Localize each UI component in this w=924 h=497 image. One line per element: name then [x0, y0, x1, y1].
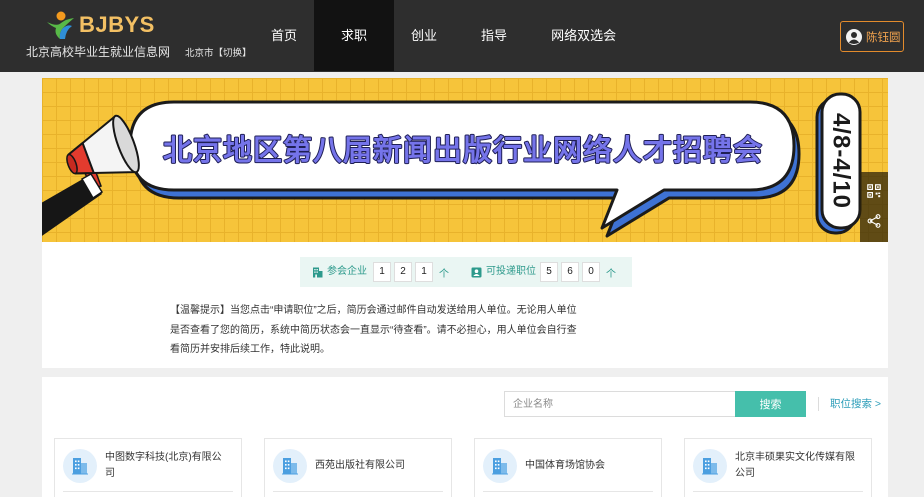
position-search-link[interactable]: 职位搜索 >	[830, 397, 881, 411]
nav-online-job-fair[interactable]: 网络双选会	[529, 0, 638, 71]
user-menu-button[interactable]: 陈钰圆	[840, 21, 904, 52]
job-fair-intro-card: 北京地区第八届新闻出版行业网络人才招聘会 4/8-4/10 参会企业 1 2 1…	[42, 78, 888, 368]
count-digit: 1	[373, 262, 391, 282]
nav-startup[interactable]: 创业	[389, 0, 459, 71]
count-digit: 0	[582, 262, 600, 282]
logo-text: BJBYS	[79, 12, 155, 37]
current-city: 北京市	[185, 48, 214, 59]
company-card[interactable]: 北京丰硕果实文化传媒有限公司	[684, 438, 872, 497]
avatar-icon	[846, 28, 862, 45]
banner-title: 北京地区第八届新闻出版行业网络人才招聘会	[163, 133, 763, 167]
main-nav: 首页 求职 创业 指导 网络双选会	[249, 0, 638, 71]
companies-count-label: 参会企业	[327, 266, 367, 277]
company-card[interactable]: 中图数字科技(北京)有限公司	[54, 438, 242, 497]
banner-date: 4/8-4/10	[828, 113, 855, 209]
company-name: 西苑出版社有限公司	[315, 460, 405, 471]
card-divider	[273, 491, 443, 492]
positions-count-label: 可投递职位	[486, 266, 536, 277]
logo-person-icon	[47, 11, 74, 39]
banner-side-tools	[860, 172, 888, 242]
company-name: 北京丰硕果实文化传媒有限公司	[735, 452, 855, 479]
megaphone-illustration	[42, 114, 140, 236]
card-divider	[63, 491, 233, 492]
building-icon	[273, 449, 307, 483]
city-selector: 北京市【切换】	[185, 47, 252, 60]
count-digit: 6	[561, 262, 579, 282]
job-fair-stats: 参会企业 1 2 1 个 可投递职位 5 6 0 个	[300, 257, 632, 287]
id-card-icon	[471, 267, 482, 278]
positions-count: 5 6 0	[540, 262, 600, 282]
companies-count-unit: 个	[439, 268, 449, 280]
company-name: 中国体育场馆协会	[525, 460, 605, 471]
card-divider	[483, 491, 653, 492]
building-icon	[63, 449, 97, 483]
search-button[interactable]: 搜索	[735, 391, 806, 417]
positions-count-unit: 个	[606, 268, 616, 280]
company-list-card: 搜索 职位搜索 > 中图数字科技(北京)有限公司 西苑出版社有限公司 中国体育场…	[42, 377, 888, 497]
company-search-input[interactable]	[504, 391, 735, 417]
speech-bubble	[128, 100, 801, 238]
nav-home[interactable]: 首页	[249, 0, 319, 71]
company-name: 中图数字科技(北京)有限公司	[105, 452, 222, 479]
site-logo[interactable]: BJBYS	[44, 10, 155, 40]
card-divider	[693, 491, 863, 492]
nav-job-search[interactable]: 求职	[314, 0, 395, 71]
count-digit: 5	[540, 262, 558, 282]
top-header: BJBYS 北京高校毕业生就业信息网 北京市【切换】 首页 求职 创业 指导 网…	[0, 0, 924, 72]
company-card[interactable]: 西苑出版社有限公司	[264, 438, 452, 497]
count-digit: 1	[415, 262, 433, 282]
companies-count: 1 2 1	[373, 262, 433, 282]
building-icon	[312, 267, 323, 278]
site-name: 北京高校毕业生就业信息网	[26, 45, 171, 59]
building-icon	[483, 449, 517, 483]
divider	[818, 397, 819, 411]
building-icon	[693, 449, 727, 483]
count-digit: 2	[394, 262, 412, 282]
nav-guidance[interactable]: 指导	[459, 0, 529, 71]
user-name: 陈钰圆	[866, 31, 901, 44]
share-icon[interactable]	[867, 214, 881, 228]
switch-city-link[interactable]: 【切换】	[214, 48, 252, 59]
banner-artwork: 北京地区第八届新闻出版行业网络人才招聘会 4/8-4/10	[42, 92, 862, 238]
job-fair-banner: 北京地区第八届新闻出版行业网络人才招聘会 4/8-4/10	[42, 78, 888, 242]
qr-code-icon[interactable]	[867, 184, 881, 198]
company-card[interactable]: 中国体育场馆协会	[474, 438, 662, 497]
date-badge: 4/8-4/10	[815, 92, 862, 235]
apply-notice: 【温馨提示】当您点击“申请职位”之后，简历会通过邮件自动发送给用人单位。无论用人…	[170, 305, 577, 355]
